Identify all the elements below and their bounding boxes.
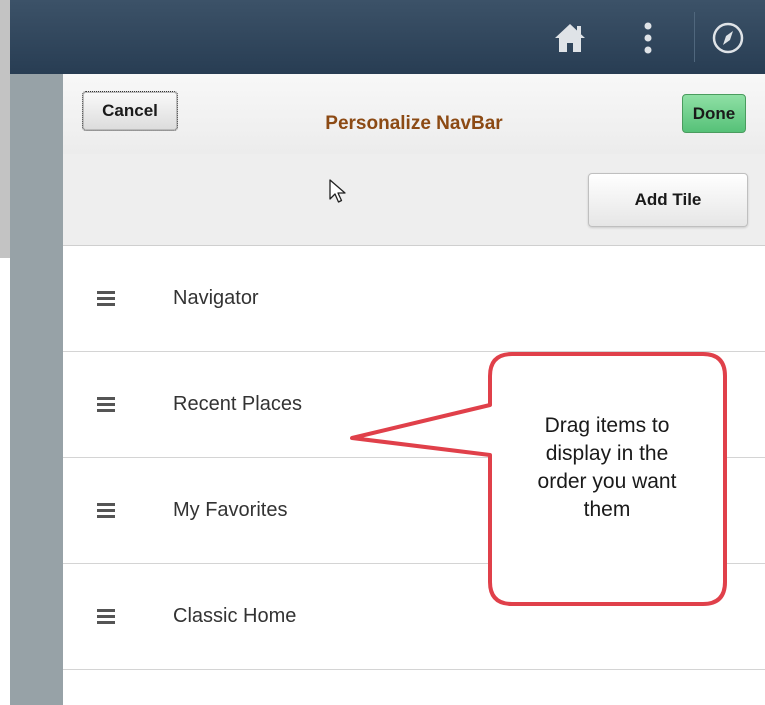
callout-line: Drag items to: [544, 414, 670, 437]
callout-text: Drag items to display in the order you w…: [492, 412, 722, 524]
callout-line: order you want: [537, 470, 677, 493]
callout-line: display in the: [545, 442, 669, 465]
callout-bubble: [350, 352, 727, 606]
callout-line: them: [583, 498, 631, 521]
